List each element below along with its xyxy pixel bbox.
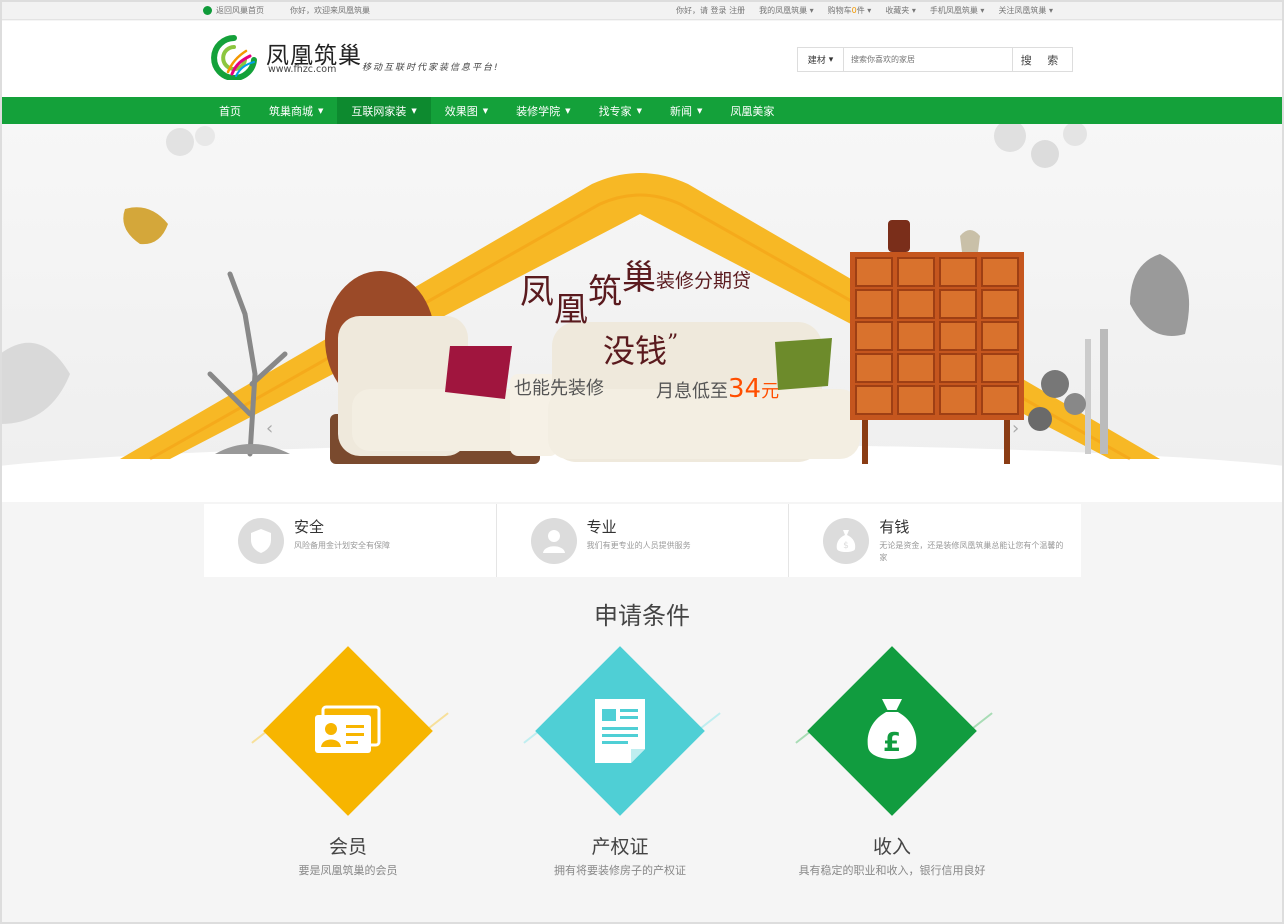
- condition-item-member: 会员 要是凤凰筑巢的会员: [198, 646, 498, 886]
- cart-link[interactable]: 购物车0件 ▾: [828, 5, 872, 16]
- condition-name: 收入: [872, 836, 911, 858]
- search-input[interactable]: [844, 48, 1012, 71]
- chevron-down-icon: ▼: [636, 106, 642, 115]
- nav-item-news[interactable]: 新闻 ▼: [656, 97, 716, 124]
- nav-item-home[interactable]: 首页: [205, 97, 255, 124]
- user-icon: [530, 518, 577, 564]
- feature-desc: 无论是资金，还是装修凤凰筑巢总能让您有个温馨的家: [879, 541, 1064, 562]
- condition-item-income: £ 收入 具有稳定的职业和收入，银行信用良好: [742, 646, 1042, 886]
- chevron-down-icon: ▾: [828, 54, 834, 65]
- feature-item-funds: $ 有钱 无论是资金，还是装修凤凰筑巢总能让您有个温馨的家: [788, 504, 1081, 577]
- feature-item-safety: 安全 风险备用金计划安全有保障: [204, 504, 496, 577]
- conditions-title: 申请条件: [594, 602, 690, 630]
- favorites-menu[interactable]: 收藏夹 ▾: [885, 5, 916, 16]
- my-account-menu[interactable]: 我的凤凰筑巢 ▾: [759, 5, 814, 16]
- banner-sub-left: 也能先装修: [514, 378, 604, 399]
- banner-brand-line: 凤凰筑巢装修分期贷: [520, 258, 752, 330]
- nav-item-experts[interactable]: 找专家 ▼: [585, 97, 656, 124]
- nav-item-mall[interactable]: 筑巢商城 ▼: [255, 97, 337, 124]
- logo-icon[interactable]: [210, 34, 258, 80]
- banner-rate: 34: [728, 374, 762, 404]
- chevron-down-icon: ▼: [318, 106, 324, 115]
- chevron-down-icon: ▼: [696, 106, 703, 115]
- search-button[interactable]: 搜 索: [1012, 48, 1072, 71]
- search-category-select[interactable]: 建材 ▾: [798, 48, 844, 71]
- svg-text:$: $: [843, 541, 849, 551]
- feature-title: 专业: [586, 518, 617, 536]
- banner-illustration: [0, 124, 1284, 502]
- condition-item-property-certificate: 产权证 拥有将要装修房子的产权证: [470, 646, 770, 886]
- site-header: 凤凰筑巢 www.fhzc.com 移动互联时代家装信息平台! 建材 ▾ 搜 索: [0, 21, 1284, 97]
- condition-name: 会员: [328, 836, 367, 858]
- top-bar: 返回风巢首页 你好，欢迎来凤凰筑巢 你好，请 登录 注册 我的凤凰筑巢 ▾ 购物…: [0, 0, 1284, 20]
- condition-desc: 具有稳定的职业和收入，银行信用良好: [798, 864, 986, 877]
- condition-desc: 拥有将要装修房子的产权证: [554, 864, 686, 877]
- login-link[interactable]: 登录: [711, 6, 727, 15]
- register-link[interactable]: 注册: [729, 6, 745, 15]
- feature-title: 有钱: [879, 518, 910, 536]
- document-icon: [535, 646, 705, 816]
- nav-item-internet-decoration[interactable]: 互联网家装 ▼: [337, 97, 431, 124]
- home-link-label: 返回风巢首页: [216, 6, 264, 15]
- slogan: 移动互联时代家装信息平台!: [362, 63, 500, 73]
- nav-item-academy[interactable]: 装修学院 ▼: [502, 97, 584, 124]
- carousel-prev-arrow-icon[interactable]: ‹: [266, 418, 273, 439]
- feature-strip: 安全 风险备用金计划安全有保障 专业 我们有更专业的人员提供服务 $ 有钱 无论…: [204, 504, 1081, 577]
- banner-sub-right: 月息低至34元: [656, 374, 780, 404]
- money-bag-icon: $: [823, 518, 870, 564]
- feature-desc: 风险备用金计划安全有保障: [294, 541, 390, 550]
- mobile-menu[interactable]: 手机凤凰筑巢 ▾: [930, 5, 985, 16]
- feature-item-professional: 专业 我们有更专业的人员提供服务: [495, 504, 789, 577]
- condition-name: 产权证: [591, 836, 649, 858]
- svg-text:£: £: [883, 728, 901, 758]
- feature-title: 安全: [294, 518, 325, 536]
- hero-banner[interactable]: 凤凰筑巢装修分期贷 没钱” 也能先装修 月息低至34元 ‹ ›: [0, 124, 1284, 502]
- home-link[interactable]: 返回风巢首页: [203, 5, 264, 16]
- shield-icon: [238, 518, 284, 564]
- nav-item-meijia[interactable]: 凤凰美家: [716, 97, 788, 124]
- condition-desc: 要是凤凰筑巢的会员: [298, 864, 398, 877]
- chevron-down-icon: ▼: [565, 106, 571, 115]
- follow-menu[interactable]: 关注凤凰筑巢 ▾: [998, 5, 1053, 16]
- nav-item-renderings[interactable]: 效果图 ▼: [431, 97, 502, 124]
- chevron-down-icon: ▼: [411, 106, 417, 115]
- banner-headline: 没钱”: [603, 331, 679, 370]
- main-nav: 首页 筑巢商城 ▼ 互联网家装 ▼ 效果图 ▼ 装修学院 ▼ 找专家 ▼ 新闻 ▼ 凤凰美家: [0, 97, 1284, 124]
- welcome-text: 你好，欢迎来凤凰筑巢: [290, 6, 370, 15]
- search-bar: 建材 ▾ 搜 索: [797, 47, 1073, 72]
- pound-bag-icon: £: [807, 646, 977, 816]
- greeting-text: 你好，请: [676, 6, 708, 15]
- chevron-down-icon: ▼: [482, 106, 489, 115]
- logo-url: www.fhzc.com: [268, 64, 337, 75]
- home-icon: [203, 6, 212, 15]
- feature-desc: 我们有更专业的人员提供服务: [586, 541, 691, 550]
- id-card-icon: [263, 646, 433, 816]
- carousel-next-arrow-icon[interactable]: ›: [1012, 418, 1019, 439]
